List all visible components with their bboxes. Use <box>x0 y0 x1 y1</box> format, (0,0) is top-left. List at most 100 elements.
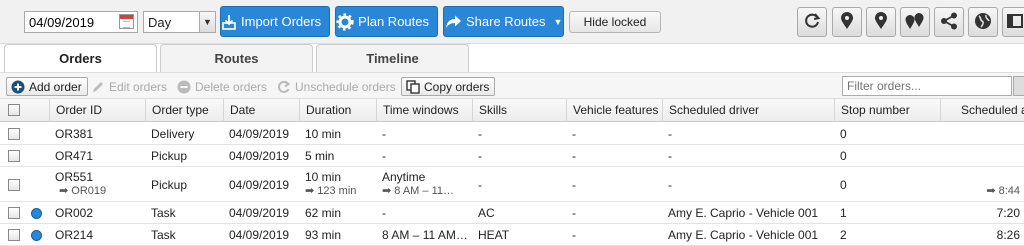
share-network-icon <box>940 12 958 33</box>
header-spacer <box>26 99 32 122</box>
cell-scheduled-arrival: 8:26 <box>996 228 1020 242</box>
cell-time-windows: - <box>382 206 386 220</box>
search-icon[interactable] <box>1013 76 1024 96</box>
tab-orders-label: Orders <box>59 51 102 66</box>
cell-stop-number: 0 <box>840 149 847 163</box>
row-checkbox[interactable] <box>8 178 20 191</box>
panel-toggle-button[interactable] <box>1002 7 1024 37</box>
refresh-icon <box>803 12 821 33</box>
plan-routes-label: Plan Routes <box>358 14 429 29</box>
header-time-windows[interactable]: Time windows <box>376 99 472 122</box>
grid-header: Order ID Order type Date Duration Time w… <box>0 99 1024 122</box>
share-routes-button[interactable]: Share Routes ▼ <box>443 6 564 37</box>
refresh-button[interactable] <box>797 7 827 37</box>
unschedule-orders-button[interactable]: Unschedule orders <box>276 77 396 96</box>
cell-scheduled-arrival-sub: ➡ 8:44 <box>986 185 1020 197</box>
route-color-dot <box>31 229 42 241</box>
cell-scheduled-driver: Amy E. Caprio - Vehicle 001 <box>668 206 819 220</box>
cell-vehicle-features: - <box>572 126 576 141</box>
header-order-id[interactable]: Order ID <box>49 99 145 122</box>
table-row[interactable]: OR551 ➡ OR019 Pickup 04/09/2019 10 min ➡ 123 … <box>0 167 1024 202</box>
period-select-value: Day <box>148 15 172 30</box>
header-date[interactable]: Date <box>223 99 299 122</box>
globe-icon <box>974 12 992 33</box>
cell-vehicle-features: - <box>572 177 576 192</box>
cell-time-windows: - <box>382 126 386 141</box>
add-order-button[interactable]: Add order <box>6 77 88 96</box>
select-all-checkbox[interactable] <box>8 104 20 116</box>
gear-icon <box>336 7 354 36</box>
globe-button[interactable] <box>968 7 998 37</box>
period-select[interactable]: Day ▼ <box>143 11 216 33</box>
header-scheduled-driver[interactable]: Scheduled driver <box>662 99 834 122</box>
cell-vehicle-features: - <box>572 206 576 220</box>
delete-orders-button[interactable]: Delete orders <box>176 77 267 96</box>
unschedule-orders-label: Unschedule orders <box>295 79 396 94</box>
map-pin-alt-button[interactable] <box>866 7 896 37</box>
add-order-label: Add order <box>29 79 82 94</box>
copy-icon <box>405 79 421 95</box>
share-routes-label: Share Routes <box>466 14 546 29</box>
table-row[interactable]: OR471 Pickup 04/09/2019 5 min - - - - 0 <box>0 145 1024 167</box>
cell-stop-number: 0 <box>840 126 847 141</box>
cell-scheduled-arrival: ➡ 8:44 <box>940 170 1024 197</box>
multi-pin-button[interactable] <box>900 7 930 37</box>
calendar-icon[interactable] <box>119 14 134 29</box>
cell-order-id-value: OR551 <box>55 170 94 184</box>
cell-order-type: Task <box>151 228 176 242</box>
copy-orders-label: Copy orders <box>424 79 490 94</box>
header-stop-number[interactable]: Stop number <box>834 99 940 122</box>
cell-order-id: OR214 <box>55 228 94 242</box>
cell-vehicle-features: - <box>572 228 576 242</box>
cell-order-type: Delivery <box>151 126 195 141</box>
action-bar: Add order Edit orders Delete orders Unsc… <box>0 72 1024 99</box>
tab-timeline[interactable]: Timeline <box>316 44 469 72</box>
share-network-button[interactable] <box>934 7 964 37</box>
table-row[interactable]: OR214 Task 04/09/2019 93 min 8 AM – 11 AM… HE… <box>0 224 1024 246</box>
copy-orders-button[interactable]: Copy orders <box>401 77 496 96</box>
cell-time-windows-value: Anytime <box>382 170 426 184</box>
cell-order-type: Pickup <box>151 177 188 192</box>
tab-bar: Orders Routes Timeline <box>0 44 1024 72</box>
row-checkbox[interactable] <box>8 150 20 162</box>
cell-scheduled-arrival-value <box>946 170 1020 184</box>
cell-time-windows: 8 AM – 11 AM… <box>382 228 468 242</box>
row-checkbox[interactable] <box>8 207 20 219</box>
row-checkbox[interactable] <box>8 229 20 241</box>
panel-icon <box>1007 13 1023 32</box>
edit-orders-button[interactable]: Edit orders <box>90 77 167 96</box>
filter-orders-input[interactable] <box>842 76 1012 96</box>
map-pin-button[interactable] <box>832 7 862 37</box>
import-orders-button[interactable]: Import Orders <box>220 6 330 37</box>
cell-duration: 5 min <box>305 149 335 163</box>
plan-routes-button[interactable]: Plan Routes <box>335 6 438 37</box>
cell-time-windows: - <box>382 149 386 163</box>
cell-skills: - <box>478 149 482 163</box>
cell-date: 04/09/2019 <box>229 177 290 192</box>
plus-circle-icon <box>10 79 26 95</box>
tab-routes[interactable]: Routes <box>160 44 313 72</box>
table-row[interactable]: OR381 Delivery 04/09/2019 10 min - - - - 0 <box>0 122 1024 145</box>
cell-scheduled-driver: Amy E. Caprio - Vehicle 001 <box>668 228 819 242</box>
cell-order-id: OR381 <box>55 126 94 141</box>
cell-scheduled-driver: - <box>668 126 672 141</box>
tab-orders[interactable]: Orders <box>4 44 157 72</box>
undo-icon <box>276 79 292 95</box>
cell-skills: - <box>478 126 482 141</box>
header-skills[interactable]: Skills <box>472 99 566 122</box>
hide-locked-button[interactable]: Hide locked <box>569 11 661 33</box>
cell-duration-sub: ➡ 123 min <box>305 185 357 197</box>
header-scheduled-arrival[interactable]: Scheduled a <box>940 99 1024 122</box>
cell-stop-number: 2 <box>840 228 847 242</box>
header-vehicle-features[interactable]: Vehicle features <box>566 99 662 122</box>
cell-scheduled-driver: - <box>668 149 672 163</box>
cell-date: 04/09/2019 <box>229 206 290 220</box>
header-order-type[interactable]: Order type <box>145 99 223 122</box>
table-row[interactable]: OR002 Task 04/09/2019 62 min - AC - Amy E. Capr… <box>0 202 1024 224</box>
map-pin-icon <box>874 11 888 33</box>
cell-vehicle-features: - <box>572 149 576 163</box>
caret-down-icon: ▼ <box>553 16 563 27</box>
row-checkbox[interactable] <box>8 127 20 140</box>
share-arrow-icon <box>444 7 462 36</box>
header-duration[interactable]: Duration <box>299 99 376 122</box>
